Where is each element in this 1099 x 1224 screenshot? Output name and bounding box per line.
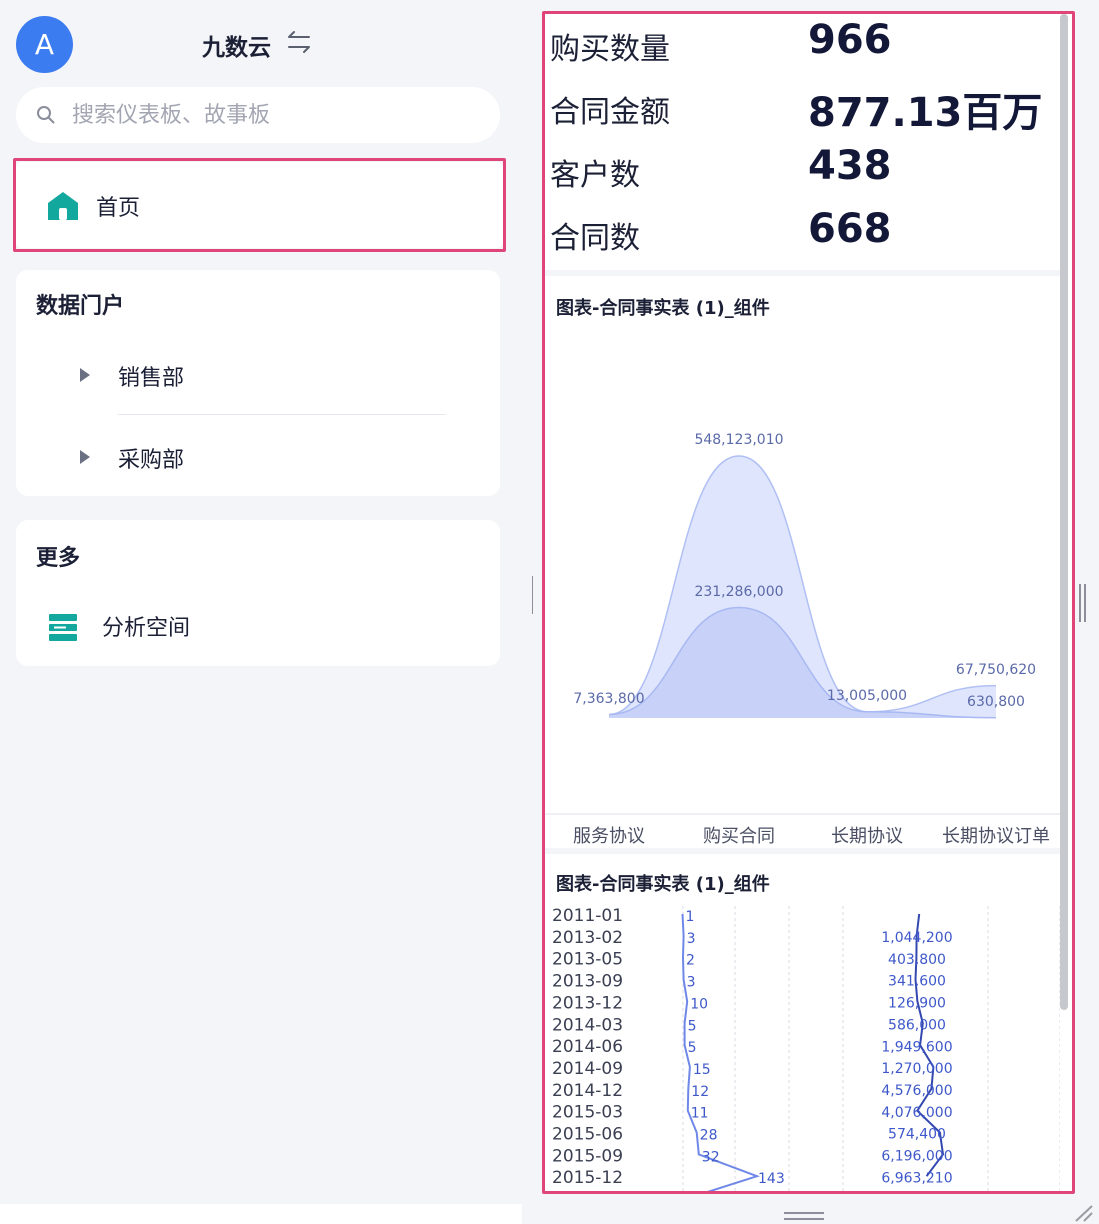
divider bbox=[118, 414, 446, 415]
resize-handle[interactable] bbox=[1079, 584, 1087, 622]
expand-arrow-icon[interactable] bbox=[80, 368, 90, 382]
analysis-space-icon bbox=[49, 614, 77, 641]
splitter-handle[interactable] bbox=[532, 576, 533, 614]
highlight-frame bbox=[13, 158, 506, 252]
avatar[interactable]: A bbox=[16, 16, 73, 73]
search-box[interactable] bbox=[16, 87, 500, 143]
resize-handle[interactable] bbox=[784, 1212, 824, 1220]
portal-title: 数据门户 bbox=[36, 294, 125, 319]
portal-item-purchasing[interactable]: 采购部 bbox=[118, 442, 184, 474]
more-title: 更多 bbox=[36, 546, 81, 571]
highlight-frame bbox=[542, 11, 1075, 1194]
expand-arrow-icon[interactable] bbox=[80, 450, 90, 464]
portal-card: 数据门户 销售部 采购部 bbox=[16, 270, 500, 496]
resize-grip-icon[interactable] bbox=[1072, 1204, 1094, 1222]
bottom-strip bbox=[0, 1204, 522, 1224]
search-input[interactable] bbox=[72, 95, 482, 135]
sidebar: A 九数云 首页 数据门户 销售部 采购部 更多 分析空间 bbox=[0, 0, 522, 1204]
search-icon bbox=[37, 106, 55, 124]
app-title: 九数云 bbox=[202, 35, 271, 61]
splitter[interactable] bbox=[522, 0, 538, 1224]
more-card: 更多 分析空间 bbox=[16, 520, 500, 666]
portal-item-sales[interactable]: 销售部 bbox=[118, 360, 184, 392]
switch-arrows-icon[interactable] bbox=[285, 28, 313, 56]
more-item-analysis[interactable]: 分析空间 bbox=[102, 610, 190, 642]
